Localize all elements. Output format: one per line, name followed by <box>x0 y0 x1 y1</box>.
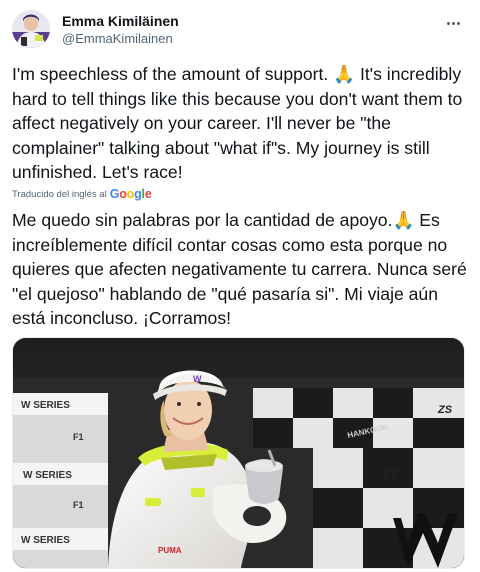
google-logo-letter: G <box>109 187 120 201</box>
tweet-photo[interactable]: W SERIES W SERIES W SERIES F1 F1 HANKOOK… <box>12 337 465 569</box>
race-logo: ZS <box>437 404 453 416</box>
google-logo[interactable]: Google <box>110 187 152 201</box>
avatar-photo <box>12 10 50 48</box>
race-logo: ZS <box>382 467 398 481</box>
banner-text: F1 <box>73 500 84 510</box>
podium-photo: W SERIES W SERIES W SERIES F1 F1 HANKOOK… <box>13 338 464 568</box>
more-icon[interactable] <box>442 14 464 32</box>
tweet-text: I'm speechless of the amount of support.… <box>12 64 468 182</box>
tweet-card: Emma Kimiläinen @EmmaKimilainen I'm spee… <box>0 0 480 572</box>
banner-text: W SERIES <box>21 535 70 546</box>
translated-text: Me quedo sin palabras por la cantidad de… <box>12 210 472 328</box>
google-logo-letter: o <box>126 187 135 201</box>
avatar[interactable] <box>12 10 50 48</box>
google-logo-letter: o <box>119 187 127 201</box>
banner-text: W SERIES <box>21 400 70 411</box>
banner-text: F1 <box>73 432 84 442</box>
more-dot <box>456 21 460 25</box>
translation-label: Traducido del inglés al <box>12 188 107 200</box>
cap-logo: W <box>193 374 202 384</box>
google-logo-letter: g <box>134 187 142 201</box>
author-handle[interactable]: @EmmaKimilainen <box>62 31 173 46</box>
translation-attribution: Traducido del inglés al Google <box>12 185 152 203</box>
more-dot <box>446 21 450 25</box>
more-dot <box>451 21 455 25</box>
google-logo-letter: e <box>144 187 152 201</box>
tweet-header: Emma Kimiläinen @EmmaKimilainen <box>10 8 470 52</box>
suit-brand: PUMA <box>158 546 182 555</box>
author-name[interactable]: Emma Kimiläinen <box>62 13 179 29</box>
banner-text: W SERIES <box>23 470 72 481</box>
